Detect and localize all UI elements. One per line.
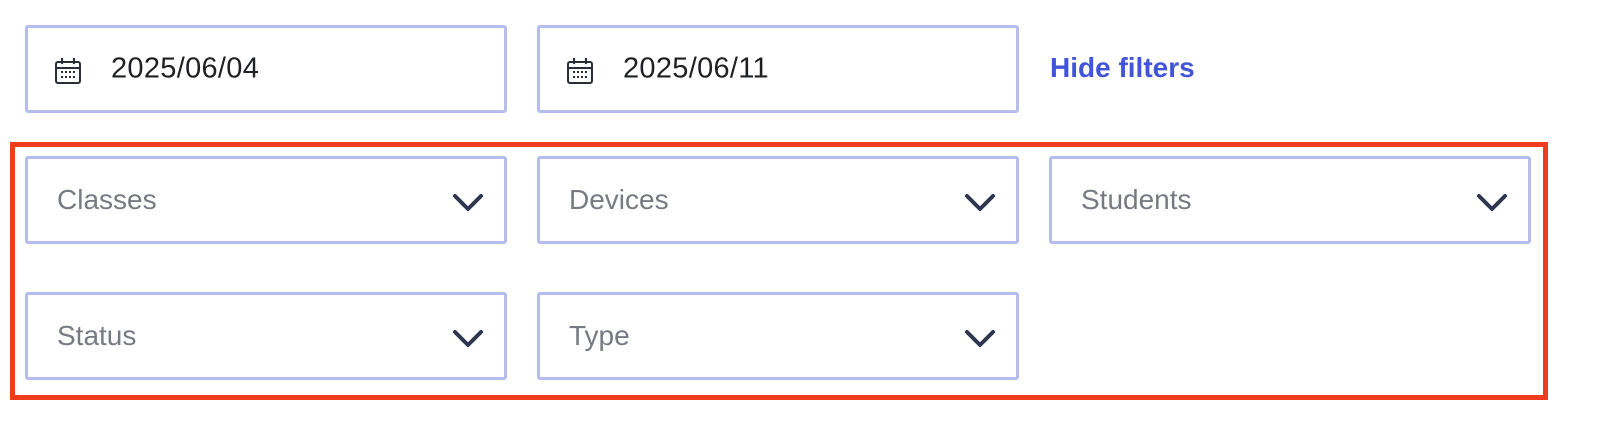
- classes-select[interactable]: Classes: [25, 156, 507, 244]
- type-select-label: Type: [569, 320, 630, 351]
- students-select[interactable]: Students: [1049, 156, 1531, 244]
- classes-select-label: Classes: [57, 184, 157, 215]
- status-select[interactable]: Status: [25, 292, 507, 380]
- calendar-icon: [567, 58, 593, 84]
- end-date-value: 2025/06/11: [623, 52, 769, 85]
- chevron-down-icon: [965, 330, 995, 347]
- chevron-down-icon: [965, 194, 995, 211]
- calendar-icon: [55, 58, 81, 84]
- students-select-label: Students: [1081, 184, 1192, 215]
- type-select[interactable]: Type: [537, 292, 1019, 380]
- end-date-field[interactable]: 2025/06/11: [537, 25, 1019, 113]
- chevron-down-icon: [453, 194, 483, 211]
- devices-select[interactable]: Devices: [537, 156, 1019, 244]
- chevron-down-icon: [453, 330, 483, 347]
- start-date-value: 2025/06/04: [111, 52, 260, 85]
- start-date-field[interactable]: 2025/06/04: [25, 25, 507, 113]
- status-select-label: Status: [57, 320, 137, 351]
- hide-filters-link[interactable]: Hide filters: [1050, 52, 1195, 84]
- devices-select-label: Devices: [569, 184, 669, 215]
- chevron-down-icon: [1477, 194, 1507, 211]
